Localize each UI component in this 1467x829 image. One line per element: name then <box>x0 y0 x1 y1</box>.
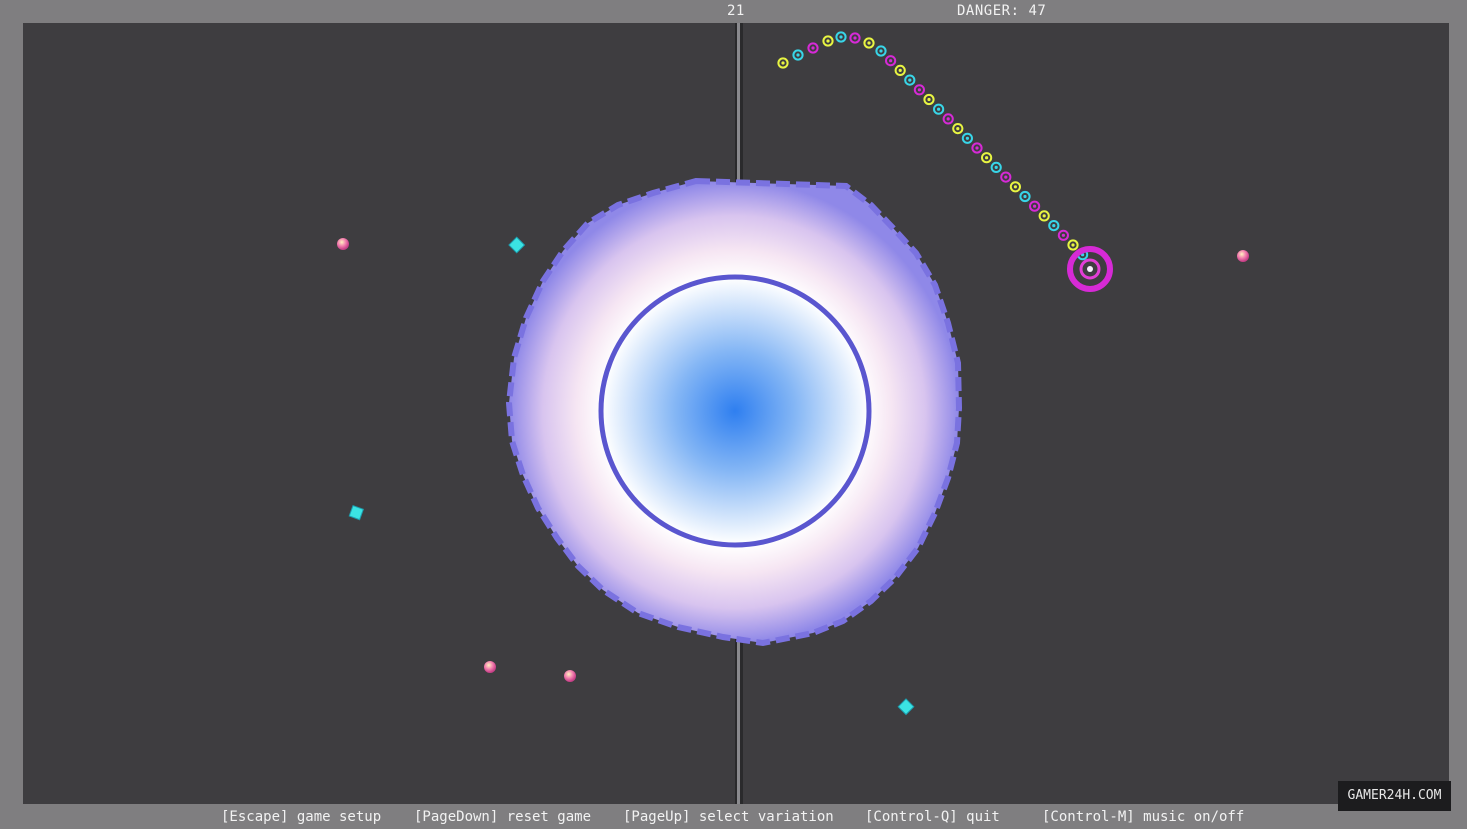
snake-segment <box>822 35 834 47</box>
cyan-gem-icon <box>348 504 364 521</box>
snake-segment <box>875 45 887 57</box>
snake-segment <box>835 31 847 43</box>
snake-segment <box>971 142 983 154</box>
snake-head-icon <box>1067 246 1113 292</box>
game-arena[interactable] <box>23 23 1449 804</box>
key-hints-bar: [Escape] game setup [PageDown] reset gam… <box>0 807 1467 829</box>
hint-music: [Control-M] music on/off <box>1042 809 1245 825</box>
snake-segment <box>913 84 926 96</box>
cyan-gem-icon <box>897 698 915 716</box>
pink-orb-icon <box>337 238 349 250</box>
snake-segment <box>942 113 954 125</box>
snake-segment <box>952 123 964 135</box>
danger-meter: DANGER: 47 <box>957 3 1046 19</box>
snake-segment <box>894 64 906 77</box>
snake-segment <box>904 74 916 86</box>
score-display: 21 <box>727 3 745 19</box>
snake-segment <box>923 93 935 106</box>
snake-segment <box>1029 200 1041 212</box>
snake-segment <box>933 103 945 115</box>
snake-segment <box>1067 239 1079 251</box>
hint-escape: [Escape] game setup <box>221 809 382 825</box>
snake-segment <box>777 57 789 69</box>
pink-orb-icon <box>484 661 496 673</box>
hint-pagedown: [PageDown] reset game <box>414 809 592 825</box>
snake-segment <box>885 55 897 67</box>
hint-quit: [Control-Q] quit <box>865 809 1000 825</box>
danger-label: DANGER: <box>957 3 1020 19</box>
danger-value: 47 <box>1028 3 1047 19</box>
snake-segment <box>961 132 974 144</box>
pink-orb-icon <box>564 670 576 682</box>
watermark: GAMER24H.COM <box>1338 781 1451 811</box>
playfield-canvas <box>337 23 1249 804</box>
snake-segment <box>792 49 804 61</box>
snake-segment <box>981 152 993 164</box>
snake-segment <box>990 161 1002 173</box>
snake-segment <box>1057 229 1070 241</box>
snake-segment <box>1048 220 1060 232</box>
snake-segment <box>863 37 875 49</box>
cyan-gem-icon <box>508 236 526 254</box>
snake-segment <box>1000 171 1012 183</box>
black-hole-icon <box>505 177 963 647</box>
snake-segment <box>849 32 861 44</box>
snake-segment <box>1019 190 1031 203</box>
snake-segment <box>1038 210 1050 222</box>
hint-pageup: [PageUp] select variation <box>623 809 834 825</box>
pink-orb-icon <box>1237 250 1249 262</box>
snake-segment <box>1009 181 1022 193</box>
snake-segment <box>807 42 819 54</box>
